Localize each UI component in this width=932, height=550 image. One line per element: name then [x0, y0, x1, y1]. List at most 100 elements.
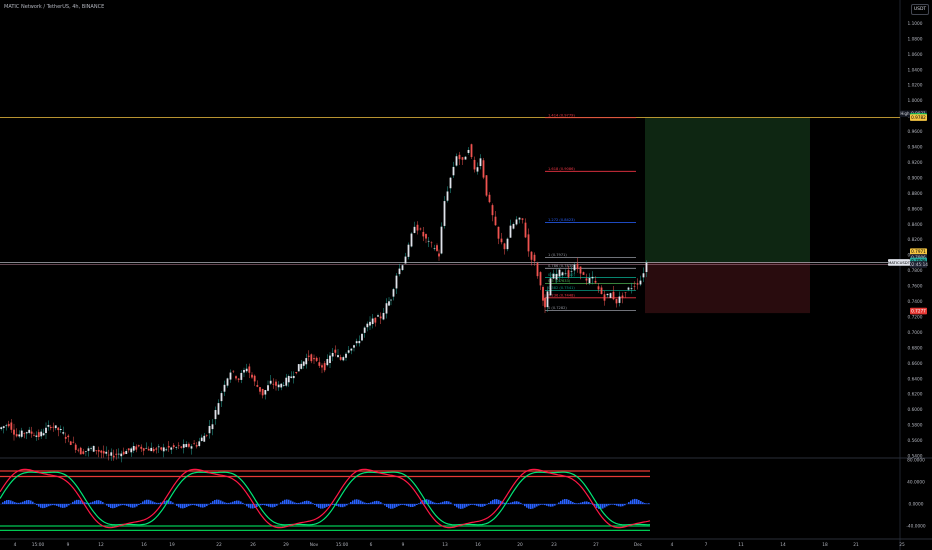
osc-histogram-bar	[520, 502, 522, 504]
candle-body	[455, 156, 458, 166]
osc-fast-line	[0, 471, 651, 526]
candle-body	[285, 377, 288, 386]
candle-body	[135, 446, 138, 450]
x-tick-label: 23	[551, 542, 557, 548]
osc-histogram-bar	[306, 500, 308, 504]
osc-histogram-bar	[436, 503, 438, 504]
trading-chart[interactable]: 1.10001.08001.06001.04001.02001.00000.98…	[0, 0, 932, 550]
osc-histogram-bar	[18, 502, 20, 504]
osc-histogram-bar	[146, 499, 148, 504]
candle-body	[30, 431, 33, 434]
osc-histogram-bar	[460, 504, 462, 509]
candle-body	[290, 376, 293, 378]
osc-histogram-bar	[602, 504, 604, 509]
osc-histogram-bar	[476, 504, 478, 506]
osc-histogram-bar	[484, 504, 486, 506]
osc-histogram-bar	[266, 504, 268, 506]
osc-histogram-bar	[546, 504, 548, 506]
candle-body	[305, 358, 308, 365]
osc-histogram-bar	[390, 504, 392, 509]
osc-histogram-bar	[158, 502, 160, 504]
candle-body	[419, 228, 422, 230]
candle-body	[115, 453, 118, 455]
osc-histogram-bar	[462, 504, 464, 509]
candle-body	[449, 177, 452, 189]
candle-body	[275, 381, 277, 386]
osc-histogram-bar	[612, 504, 614, 505]
osc-histogram-bar	[552, 504, 554, 507]
osc-histogram-bar	[116, 504, 118, 508]
osc-histogram-bar	[282, 500, 284, 504]
osc-histogram-bar	[542, 504, 544, 505]
osc-histogram-bar	[308, 500, 310, 504]
candle-body	[345, 353, 347, 358]
candle-body	[636, 283, 639, 285]
candle-body	[594, 280, 597, 283]
x-tick-label: 13	[442, 542, 448, 548]
osc-histogram-bar	[486, 504, 488, 505]
osc-histogram-bar	[52, 504, 54, 506]
osc-histogram-bar	[292, 501, 294, 504]
candle-body	[353, 345, 355, 348]
osc-histogram-bar	[122, 504, 124, 506]
candle-body	[72, 441, 75, 443]
osc-histogram-bar	[630, 500, 632, 504]
candle-body	[120, 453, 123, 457]
candle-body	[515, 219, 518, 225]
stop-zone	[645, 262, 810, 314]
osc-histogram-bar	[624, 504, 626, 506]
candle-body	[112, 455, 115, 458]
osc-histogram-bar	[610, 504, 612, 505]
osc-histogram-bar	[186, 504, 188, 508]
osc-histogram-bar	[232, 501, 234, 504]
candle-body	[630, 288, 633, 290]
candle-body	[280, 383, 283, 388]
y-tick-label: 0.7800	[907, 268, 922, 274]
candle-body	[494, 216, 497, 226]
candle-body	[561, 272, 564, 276]
candle-body	[497, 226, 500, 239]
osc-histogram-bar	[586, 501, 588, 504]
osc-histogram-bar	[148, 499, 150, 504]
candle-body	[259, 387, 261, 392]
osc-histogram-bar	[404, 504, 406, 506]
y-tick-label: 0.6200	[907, 392, 922, 398]
candle-body	[609, 293, 612, 298]
osc-histogram-bar	[332, 504, 334, 505]
osc-histogram-bar	[582, 501, 584, 504]
candle-body	[392, 289, 395, 297]
osc-histogram-bar	[210, 502, 212, 504]
osc-histogram-bar	[528, 504, 530, 509]
osc-histogram-bar	[590, 503, 592, 504]
candle-body	[369, 321, 371, 326]
candle-body	[180, 446, 183, 448]
candle-body	[395, 275, 398, 289]
candle-body	[482, 160, 485, 178]
candle-body	[0, 427, 3, 430]
candle-body	[310, 354, 313, 362]
osc-histogram-bar	[156, 502, 158, 504]
osc-histogram-bar	[150, 500, 152, 504]
candle-body	[287, 375, 290, 383]
osc-histogram-bar	[76, 499, 78, 504]
y-tick-label: 0.8800	[907, 191, 922, 197]
osc-histogram-bar	[264, 504, 266, 506]
y-tick-label: 0.8600	[907, 206, 922, 212]
osc-histogram-bar	[72, 501, 74, 504]
candle-body	[530, 251, 533, 260]
target-zone	[645, 117, 810, 263]
osc-histogram-bar	[368, 502, 370, 504]
osc-histogram-bar	[32, 501, 34, 504]
fib-level-label: 0.236 (0.7448)	[548, 293, 575, 297]
osc-histogram-bar	[240, 501, 242, 504]
osc-histogram-bar	[628, 502, 630, 504]
osc-histogram-bar	[138, 504, 140, 505]
osc-histogram-bar	[182, 504, 184, 509]
osc-histogram-bar	[566, 499, 568, 504]
osc-histogram-bar	[16, 502, 18, 504]
osc-histogram-bar	[350, 501, 352, 504]
candle-body	[220, 393, 223, 402]
candle-body	[479, 158, 482, 167]
candle-body	[160, 447, 163, 450]
osc-histogram-bar	[120, 504, 122, 506]
